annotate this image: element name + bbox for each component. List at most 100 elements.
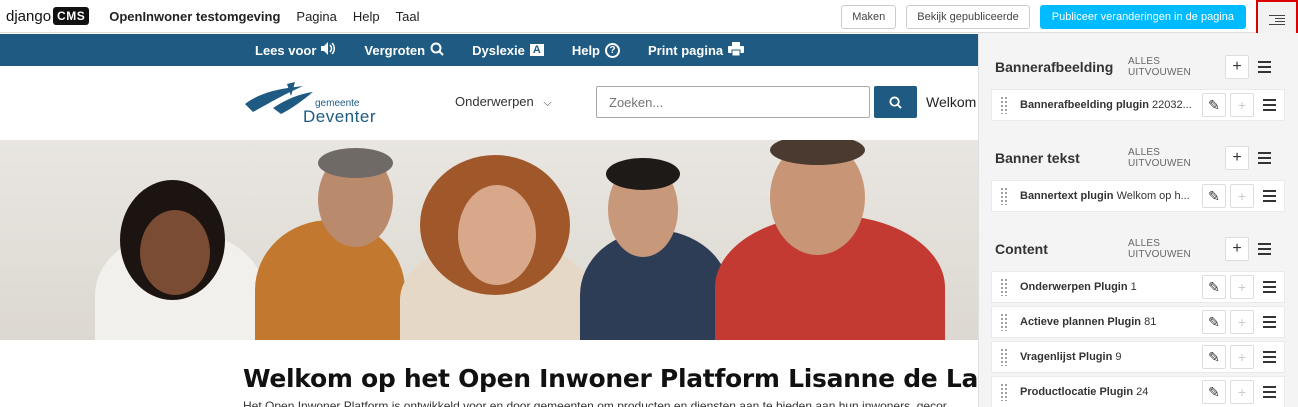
topics-label: Onderwerpen (455, 94, 534, 109)
plugin-menu-icon[interactable] (1258, 189, 1280, 204)
edit-plugin-button[interactable]: ✎ (1202, 345, 1226, 369)
plugin-menu-icon[interactable] (1258, 280, 1280, 295)
plugin-row[interactable]: Onderwerpen Plugin 1 ✎ + (991, 271, 1285, 303)
search-input[interactable] (596, 86, 870, 118)
help-icon: ? (605, 42, 620, 58)
plus-icon: + (1237, 97, 1247, 113)
edit-plugin-button[interactable]: ✎ (1202, 184, 1226, 208)
expand-all-button[interactable]: ALLES UITVOUWEN (1128, 56, 1225, 78)
structure-sidebar: Bannerafbeelding ALLES UITVOUWEN + Banne… (978, 33, 1298, 407)
search-button[interactable] (874, 86, 917, 118)
pencil-icon: ✎ (1208, 187, 1220, 204)
add-plugin-button[interactable]: + (1225, 55, 1249, 79)
plugin-menu-icon[interactable] (1258, 385, 1280, 400)
accessibility-bar: Lees voor Vergroten Dyslexie A Help ? Pr… (0, 34, 978, 66)
edit-plugin-button[interactable]: ✎ (1202, 380, 1226, 404)
drag-handle-icon[interactable] (1000, 96, 1008, 114)
plus-icon: + (1237, 384, 1247, 400)
plugin-name: Vragenlijst Plugin (1020, 351, 1113, 363)
print-button[interactable]: Print pagina (648, 41, 745, 59)
plugin-label: Bannerafbeelding plugin 22032... (1020, 99, 1198, 111)
menu-page[interactable]: Pagina (296, 9, 336, 24)
plugin-name: Bannerafbeelding plugin (1020, 99, 1149, 111)
plugin-label: Vragenlijst Plugin 9 (1020, 351, 1198, 363)
welcome-user-text: Welkom l (926, 94, 984, 110)
pencil-icon: ✎ (1208, 348, 1220, 365)
pencil-icon: ✎ (1208, 96, 1220, 113)
cms-toolbar-right: Maken Bekijk gepubliceerde Publiceer ver… (841, 0, 1298, 40)
add-child-button: + (1230, 380, 1254, 404)
pencil-icon: ✎ (1208, 278, 1220, 295)
add-plugin-button[interactable]: + (1225, 146, 1249, 170)
cms-menu: OpenInwoner testomgeving Pagina Help Taa… (109, 9, 435, 24)
plugin-detail: 1 (1130, 281, 1137, 293)
plus-icon: + (1232, 58, 1242, 75)
placeholder-banner-image: Bannerafbeelding ALLES UITVOUWEN + Banne… (979, 53, 1298, 121)
django-cms-logo[interactable]: django CMS (6, 7, 90, 25)
dyslexia-button[interactable]: Dyslexie A (472, 43, 544, 58)
placeholder-banner-text: Banner tekst ALLES UITVOUWEN + Bannertex… (979, 144, 1298, 212)
publish-button[interactable]: Publiceer veranderingen in de pagina (1039, 4, 1246, 29)
plugin-row[interactable]: Bannertext plugin Welkom op h... ✎ + (991, 180, 1285, 212)
drag-handle-icon[interactable] (1000, 278, 1008, 296)
add-plugin-button[interactable]: + (1225, 237, 1249, 261)
topics-nav-button[interactable]: Onderwerpen ⌵ (455, 94, 552, 110)
drag-handle-icon[interactable] (1000, 383, 1008, 401)
plugin-menu-icon[interactable] (1258, 315, 1280, 330)
plus-icon: + (1232, 149, 1242, 166)
placeholder-menu-icon[interactable] (1253, 151, 1275, 166)
placeholder-header: Banner tekst ALLES UITVOUWEN + (979, 144, 1298, 172)
site-header: gemeente Deventer Onderwerpen ⌵ Welkom l (0, 66, 983, 140)
dyslexia-label: Dyslexie (472, 42, 525, 58)
read-aloud-label: Lees voor (255, 42, 317, 58)
plugin-detail: 9 (1115, 351, 1122, 363)
placeholder-menu-icon[interactable] (1253, 60, 1275, 75)
print-label: Print pagina (648, 42, 724, 58)
dyslexia-icon: A (529, 44, 544, 56)
placeholder-header: Content ALLES UITVOUWEN + (979, 235, 1298, 263)
edit-plugin-button[interactable]: ✎ (1202, 275, 1226, 299)
logo-text: django (6, 7, 52, 25)
plugin-label: Bannertext plugin Welkom op h... (1020, 190, 1198, 202)
add-child-button: + (1230, 345, 1254, 369)
plugin-menu-icon[interactable] (1258, 98, 1280, 113)
menu-help[interactable]: Help (353, 9, 380, 24)
view-published-button[interactable]: Bekijk gepubliceerde (906, 4, 1030, 29)
expand-all-button[interactable]: ALLES UITVOUWEN (1128, 238, 1225, 260)
enlarge-button[interactable]: Vergroten (364, 42, 444, 59)
plugin-name: Onderwerpen Plugin (1020, 281, 1128, 293)
read-aloud-button[interactable]: Lees voor (255, 42, 336, 58)
plus-icon: + (1237, 279, 1247, 295)
expand-all-button[interactable]: ALLES UITVOUWEN (1128, 147, 1225, 169)
zoom-icon (430, 42, 444, 59)
drag-handle-icon[interactable] (1000, 187, 1008, 205)
speaker-icon (321, 42, 336, 58)
search-icon (889, 95, 902, 109)
menu-language[interactable]: Taal (396, 9, 420, 24)
add-child-button: + (1230, 310, 1254, 334)
edit-plugin-button[interactable]: ✎ (1202, 93, 1226, 117)
municipality-logo[interactable]: gemeente Deventer (243, 82, 383, 126)
hero-banner-image (0, 140, 978, 340)
plus-icon: + (1237, 314, 1247, 330)
plus-icon: + (1237, 188, 1247, 204)
add-child-button: + (1230, 184, 1254, 208)
intro-text: Het Open Inwoner Platform is ontwikkeld … (243, 399, 947, 407)
plugin-row[interactable]: Bannerafbeelding plugin 22032... ✎ + (991, 89, 1285, 121)
structure-icon (1269, 13, 1285, 27)
edit-plugin-button[interactable]: ✎ (1202, 310, 1226, 334)
plugin-row[interactable]: Vragenlijst Plugin 9 ✎ + (991, 341, 1285, 373)
drag-handle-icon[interactable] (1000, 313, 1008, 331)
plugin-row[interactable]: Actieve plannen Plugin 81 ✎ + (991, 306, 1285, 338)
plugin-row[interactable]: Productlocatie Plugin 24 ✎ + (991, 376, 1285, 407)
menu-site[interactable]: OpenInwoner testomgeving (109, 9, 280, 24)
plugin-name: Productlocatie Plugin (1020, 386, 1134, 398)
drag-handle-icon[interactable] (1000, 348, 1008, 366)
plus-icon: + (1232, 240, 1242, 257)
create-button[interactable]: Maken (841, 4, 897, 29)
help-button[interactable]: Help ? (572, 42, 620, 58)
placeholder-header: Bannerafbeelding ALLES UITVOUWEN + (979, 53, 1298, 81)
plugin-menu-icon[interactable] (1258, 350, 1280, 365)
placeholder-title: Bannerafbeelding (995, 59, 1114, 75)
placeholder-menu-icon[interactable] (1253, 242, 1275, 257)
